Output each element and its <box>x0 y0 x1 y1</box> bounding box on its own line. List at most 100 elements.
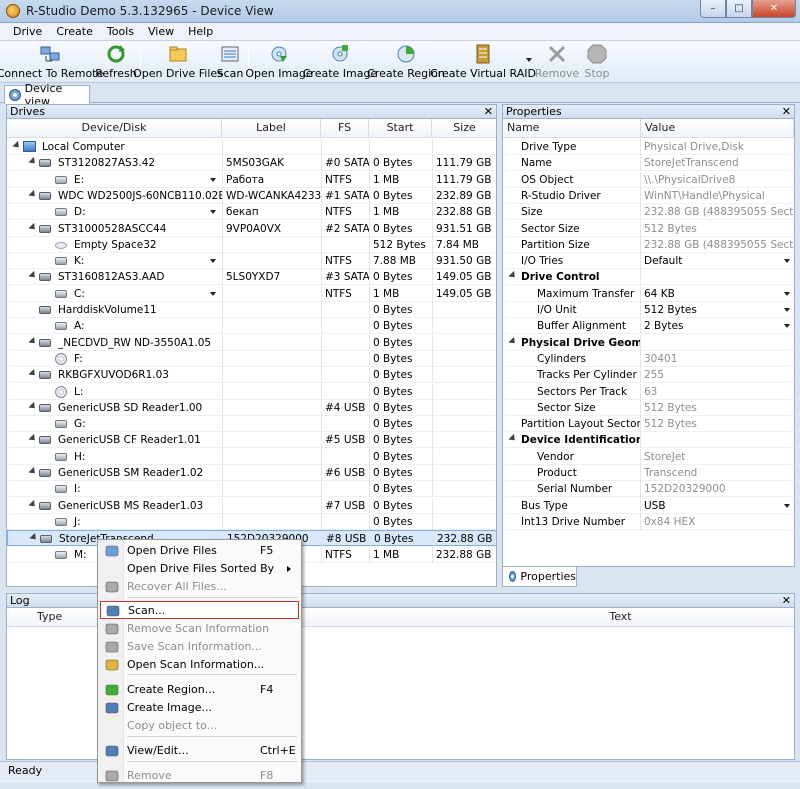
property-row[interactable]: Sector Size 512 Bytes <box>503 220 794 237</box>
tree-expand-arrow-icon[interactable] <box>12 140 22 151</box>
drive-row[interactable]: A: 0 Bytes <box>7 318 496 335</box>
drive-row[interactable]: GenericUSB CF Reader1.01 #5 USB 0 Bytes <box>7 432 496 449</box>
menu-item-view-edit[interactable]: View/Edit... Ctrl+E <box>100 742 299 760</box>
menu-item-create-image[interactable]: Create Image... <box>100 699 299 717</box>
log-col-text[interactable]: Text <box>307 608 794 627</box>
drive-row[interactable]: I: 0 Bytes <box>7 481 496 498</box>
drive-row[interactable]: J: 0 Bytes <box>7 513 496 530</box>
maximize-button[interactable]: □ <box>726 0 752 18</box>
minimize-button[interactable]: – <box>700 0 726 18</box>
col-size[interactable]: Size <box>432 119 496 138</box>
tree-expand-arrow-icon[interactable] <box>28 466 38 477</box>
chevron-down-icon[interactable] <box>784 259 790 264</box>
drive-row[interactable]: F: 0 Bytes <box>7 350 496 367</box>
menu-item-copy-object-to[interactable]: Copy object to... <box>100 717 299 735</box>
drive-row[interactable]: ST3120827AS3.42 5MS03GAK#0 SATA...0 Bytes… <box>7 155 496 172</box>
menu-item-create-region[interactable]: Create Region... F4 <box>100 681 299 699</box>
col-device-disk[interactable]: Device/Disk <box>7 119 222 138</box>
drive-row[interactable]: RKBGFXUVOD6R1.03 0 Bytes <box>7 367 496 384</box>
drive-row[interactable]: ST31000528ASCC44 9VP0A0VX#2 SATA...0 Byte… <box>7 220 496 237</box>
open-drive-files-button[interactable]: Open Drive Files <box>133 43 223 81</box>
property-group[interactable]: Drive Control <box>503 269 794 286</box>
property-group[interactable]: Physical Drive Geometry <box>503 334 794 351</box>
property-value[interactable]: 2 Bytes <box>641 318 794 334</box>
drive-row[interactable]: K: NTFS 7.88 MB 931.50 GB <box>7 253 496 270</box>
col-label[interactable]: Label <box>222 119 321 138</box>
chevron-down-icon[interactable] <box>784 291 790 296</box>
property-row[interactable]: Size232.88 GB (488395055 Sectors) <box>503 204 794 221</box>
drive-row[interactable]: WDC WD2500JS-60NCB110.02E02 WD-WCANKA4233… <box>7 187 496 204</box>
menu-drive[interactable]: Drive <box>6 23 49 40</box>
drive-row[interactable]: HarddiskVolume11 0 Bytes <box>7 302 496 318</box>
properties-pane-close-icon[interactable]: ✕ <box>782 105 791 118</box>
tab-device-view[interactable]: Device view <box>4 82 90 108</box>
property-value[interactable]: 512 Bytes <box>641 302 794 318</box>
tree-expand-arrow-icon[interactable] <box>28 434 38 444</box>
menu-item-open-scan-information[interactable]: Open Scan Information... <box>100 656 299 674</box>
property-value[interactable]: 64 KB <box>641 286 794 302</box>
stop-button[interactable]: Stop <box>584 43 610 81</box>
col-fs[interactable]: FS <box>321 119 369 138</box>
drive-row[interactable]: GenericUSB SM Reader1.02 #6 USB 0 Bytes <box>7 465 496 481</box>
drive-row[interactable]: _NECDVD_RW ND-3550A1.05 0 Bytes <box>7 334 496 351</box>
property-row[interactable]: Sectors Per Track 63 <box>503 383 794 400</box>
property-row[interactable]: I/O Unit 512 Bytes <box>503 302 794 318</box>
scan-button[interactable]: Scan <box>217 43 243 81</box>
property-row[interactable]: Drive Type Physical Drive,Disk <box>503 139 794 155</box>
chevron-down-icon[interactable] <box>210 259 216 264</box>
drive-row[interactable]: Empty Space32 512 Bytes 7.84 MB <box>7 236 496 253</box>
refresh-button[interactable]: Refresh <box>95 43 137 81</box>
property-row[interactable]: Partition Layout Sector Size512 Bytes <box>503 416 794 433</box>
property-row[interactable]: Buffer Alignment 2 Bytes <box>503 318 794 335</box>
property-row[interactable]: R-Studio Driver WinNT\Handle\Physical <box>503 187 794 204</box>
property-value[interactable]: USB <box>641 498 794 514</box>
drive-row[interactable]: GenericUSB SD Reader1.00 #4 USB 0 Bytes <box>7 399 496 416</box>
property-row[interactable]: Maximum Transfer 64 KB <box>503 285 794 302</box>
chevron-down-icon[interactable] <box>210 291 216 296</box>
tree-expand-arrow-icon[interactable] <box>28 189 38 199</box>
create-region-button[interactable]: Create Region <box>367 43 445 81</box>
menu-item-open-drive-files-sorted-by[interactable]: Open Drive Files Sorted By <box>100 560 299 578</box>
create-image-button[interactable]: Create Image <box>303 43 377 81</box>
tree-expand-arrow-icon[interactable] <box>28 369 38 379</box>
connect-to-remote-button[interactable]: Connect To Remote <box>0 43 103 81</box>
menu-item-recover-all-files[interactable]: Recover All Files... <box>100 578 299 596</box>
menu-item-remove[interactable]: Remove F8 <box>100 767 299 785</box>
tree-expand-arrow-icon[interactable] <box>29 533 39 543</box>
tree-expand-arrow-icon[interactable] <box>28 271 38 281</box>
create-virtual-raid-button[interactable]: Create Virtual RAID <box>430 43 536 81</box>
drives-pane-close-icon[interactable]: ✕ <box>484 105 493 118</box>
menu-help[interactable]: Help <box>181 23 220 40</box>
drive-row[interactable]: Local Computer <box>7 139 496 155</box>
property-row[interactable]: Sector Size 512 Bytes <box>503 399 794 416</box>
drive-row[interactable]: G: 0 Bytes <box>7 416 496 433</box>
property-value[interactable]: Default <box>641 253 794 269</box>
property-row[interactable]: Bus Type USB <box>503 497 794 514</box>
drive-row[interactable]: H: 0 Bytes <box>7 448 496 465</box>
tree-expand-arrow-icon[interactable] <box>28 336 38 346</box>
prop-col-value[interactable]: Value <box>641 119 794 138</box>
drive-row[interactable]: L: 0 Bytes <box>7 383 496 400</box>
remove-button[interactable]: Remove <box>535 43 579 81</box>
drive-row[interactable]: D: бекап NTFS 1 MB 232.88 GB <box>7 204 496 221</box>
log-pane-close-icon[interactable]: ✕ <box>782 594 791 607</box>
menu-view[interactable]: View <box>141 23 181 40</box>
property-row[interactable]: Int13 Drive Number 0x84 HEX <box>503 513 794 530</box>
menu-item-scan[interactable]: Scan... <box>100 601 299 619</box>
drive-row[interactable]: GenericUSB MS Reader1.03 #7 USB 0 Bytes <box>7 497 496 514</box>
open-image-button[interactable]: Open Image <box>245 43 313 81</box>
drive-row[interactable]: ST3160812AS3.AAD 5LS0YXD7#3 SATA...0 Byte… <box>7 269 496 286</box>
property-row[interactable]: Tracks Per Cylinder 255 <box>503 367 794 384</box>
property-row[interactable]: I/O Tries Default <box>503 253 794 270</box>
property-row[interactable]: OS Object \\.\PhysicalDrive8 <box>503 171 794 188</box>
property-row[interactable]: Product Transcend <box>503 465 794 481</box>
chevron-down-icon[interactable] <box>210 210 216 215</box>
property-row[interactable]: Cylinders 30401 <box>503 350 794 367</box>
drive-row[interactable]: C: NTFS 1 MB 149.05 GB <box>7 285 496 302</box>
tree-expand-arrow-icon[interactable] <box>28 222 38 232</box>
property-row[interactable]: Partition Size232.88 GB (488395055 Secto… <box>503 236 794 253</box>
menu-item-save-scan-information[interactable]: Save Scan Information... <box>100 638 299 656</box>
chevron-down-icon[interactable] <box>784 324 790 329</box>
menu-tools[interactable]: Tools <box>100 23 141 40</box>
menu-item-remove-scan-information[interactable]: Remove Scan Information <box>100 620 299 638</box>
